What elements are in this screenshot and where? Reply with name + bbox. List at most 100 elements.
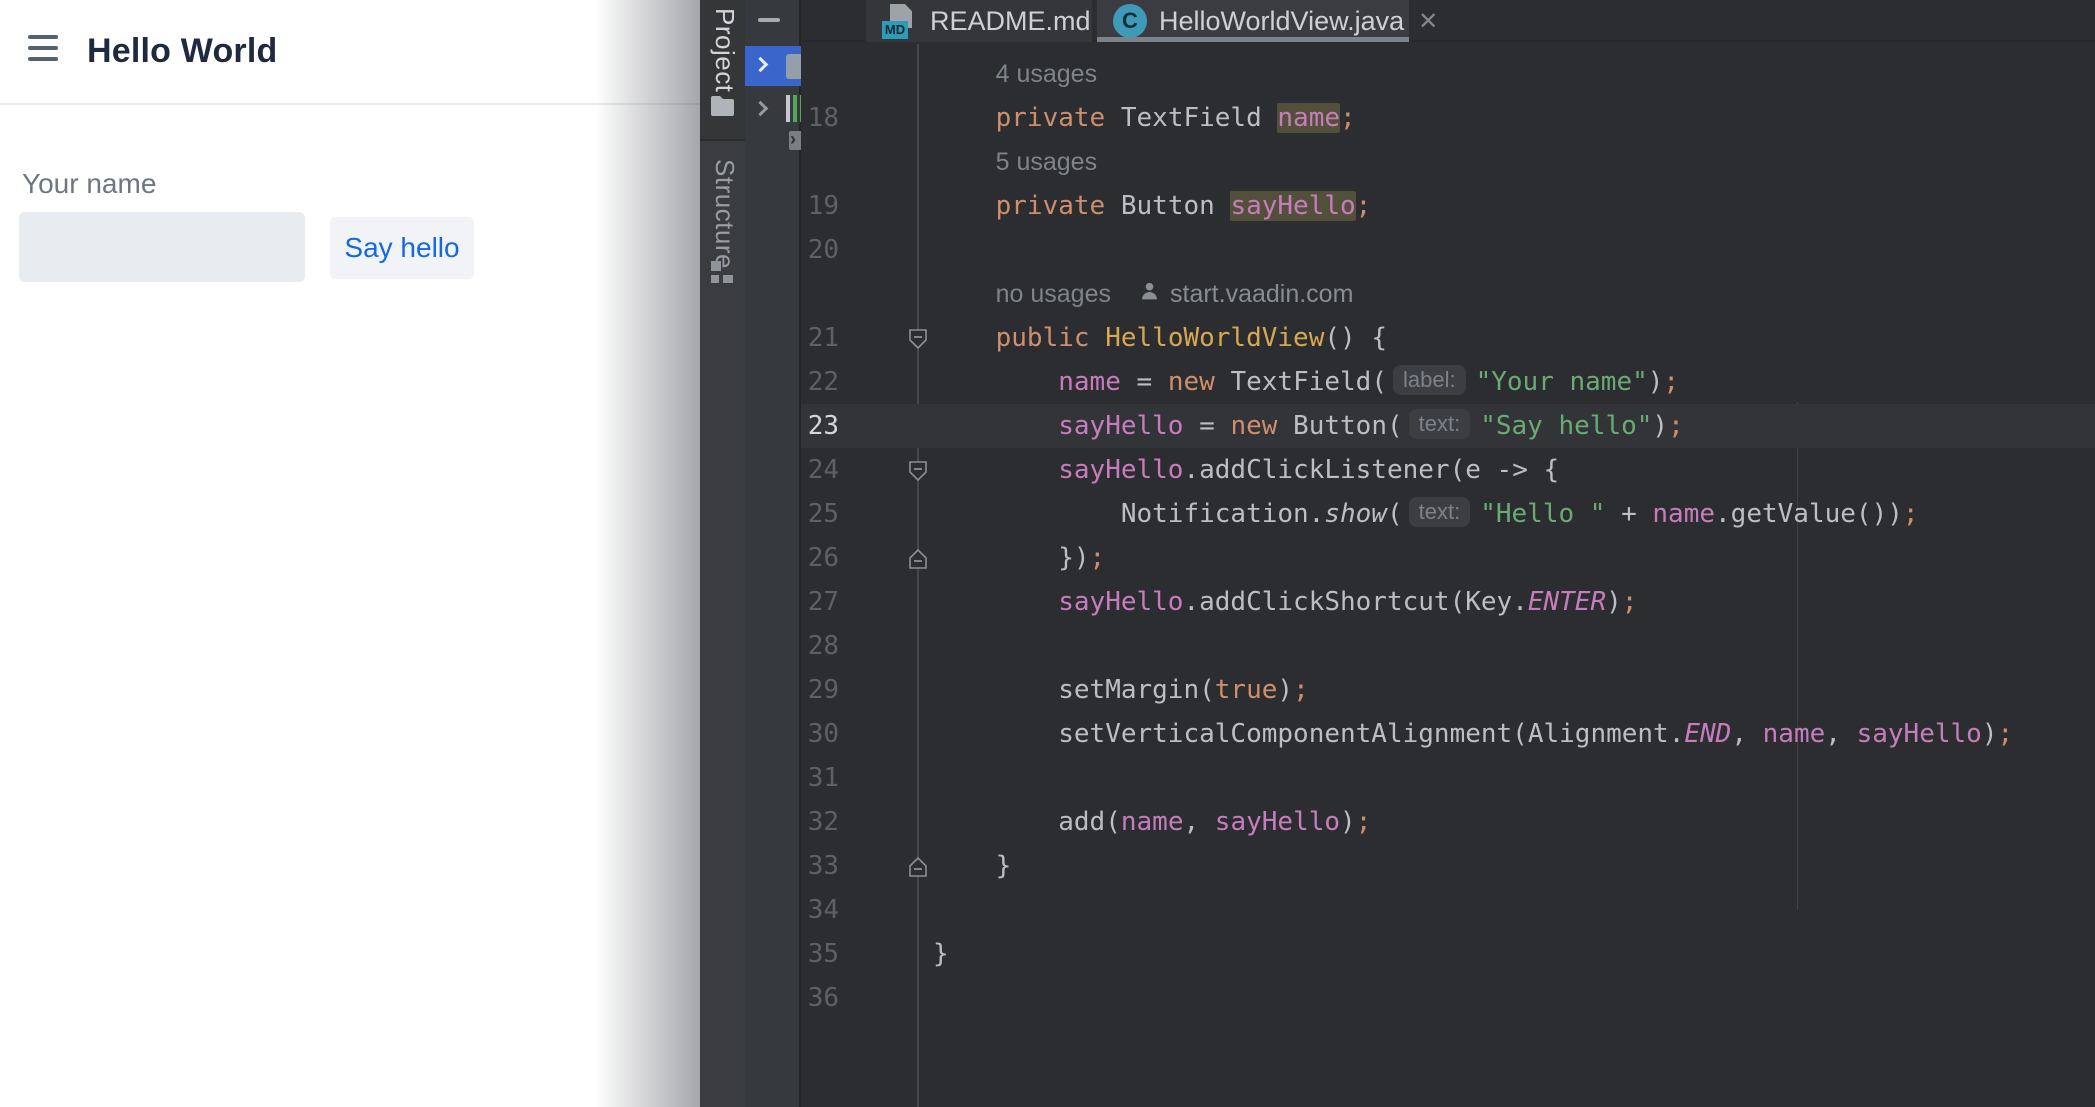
code-line[interactable]: 26 }); bbox=[801, 536, 2095, 580]
line-number[interactable]: 24 bbox=[801, 448, 917, 492]
parameter-hint: text: bbox=[1409, 497, 1471, 527]
code-token: + bbox=[1605, 499, 1652, 529]
usages-inlay[interactable]: 5 usages bbox=[917, 140, 2095, 184]
code-line[interactable]: 28 bbox=[801, 624, 2095, 668]
code-line[interactable]: 23 sayHello = new Button(text:"Say hello… bbox=[801, 404, 2095, 448]
code-text[interactable]: public HelloWorldView() { bbox=[917, 316, 2095, 360]
code-line[interactable]: 29 setMargin(true); bbox=[801, 668, 2095, 712]
code-token bbox=[1090, 323, 1106, 353]
fold-marker-icon[interactable] bbox=[906, 459, 930, 483]
line-number[interactable]: 19 bbox=[801, 184, 917, 228]
name-input[interactable] bbox=[19, 212, 305, 282]
line-number[interactable]: 35 bbox=[801, 932, 917, 976]
code-text[interactable]: sayHello.addClickShortcut(Key.ENTER); bbox=[917, 580, 2095, 624]
inlay-hint-line[interactable]: 5 usages bbox=[801, 140, 2095, 184]
line-number[interactable]: 18 bbox=[801, 96, 917, 140]
code-token: sayHello bbox=[1058, 411, 1183, 441]
code-text[interactable]: setVerticalComponentAlignment(Alignment.… bbox=[917, 712, 2095, 756]
usage-count[interactable]: no usages bbox=[996, 272, 1111, 316]
line-number[interactable]: 28 bbox=[801, 624, 917, 668]
code-text[interactable]: setMargin(true); bbox=[917, 668, 2095, 712]
code-token: sayHello bbox=[1058, 587, 1183, 617]
say-hello-button[interactable]: Say hello bbox=[330, 217, 474, 279]
code-text[interactable]: } bbox=[917, 932, 2095, 976]
tab-readme[interactable]: MD README.md ✕ bbox=[866, 0, 1092, 42]
code-line[interactable]: 21 public HelloWorldView() { bbox=[801, 316, 2095, 360]
stripe-item-structure[interactable]: Structure bbox=[700, 141, 745, 293]
code-token: ; bbox=[1340, 103, 1356, 133]
code-line[interactable]: 25 Notification.show(text:"Hello " + nam… bbox=[801, 492, 2095, 536]
code-line[interactable]: 34 bbox=[801, 888, 2095, 932]
code-token: name bbox=[1277, 103, 1340, 133]
line-number[interactable] bbox=[801, 52, 917, 96]
code-text[interactable]: private Button sayHello; bbox=[917, 184, 2095, 228]
fold-marker-icon[interactable] bbox=[906, 855, 930, 879]
tree-row-selected[interactable] bbox=[745, 46, 801, 86]
line-number[interactable]: 22 bbox=[801, 360, 917, 404]
code-text[interactable] bbox=[917, 624, 2095, 668]
code-line[interactable]: 22 name = new TextField(label:"Your name… bbox=[801, 360, 2095, 404]
chevron-right-icon[interactable] bbox=[753, 57, 769, 73]
code-text[interactable]: sayHello.addClickListener(e -> { bbox=[917, 448, 2095, 492]
inlay-hint-line[interactable]: 4 usages bbox=[801, 52, 2095, 96]
close-icon[interactable]: ✕ bbox=[1418, 7, 1438, 36]
code-token: Button( bbox=[1277, 411, 1402, 441]
code-text[interactable]: }); bbox=[917, 536, 2095, 580]
code-line[interactable]: 35} bbox=[801, 932, 2095, 976]
code-line[interactable]: 30 setVerticalComponentAlignment(Alignme… bbox=[801, 712, 2095, 756]
code-text[interactable]: name = new TextField(label:"Your name"); bbox=[917, 360, 2095, 404]
code-author[interactable]: start.vaadin.com bbox=[1170, 272, 1353, 316]
line-number[interactable]: 27 bbox=[801, 580, 917, 624]
line-number[interactable]: 29 bbox=[801, 668, 917, 712]
code-token: private bbox=[996, 191, 1106, 221]
line-number[interactable] bbox=[801, 272, 917, 316]
line-number[interactable]: 20 bbox=[801, 228, 917, 272]
code-text[interactable]: sayHello = new Button(text:"Say hello"); bbox=[917, 404, 2095, 448]
code-text[interactable]: private TextField name; bbox=[917, 96, 2095, 140]
line-number[interactable]: 25 bbox=[801, 492, 917, 536]
hide-tool-window-button[interactable] bbox=[758, 10, 782, 30]
code-text[interactable]: } bbox=[917, 844, 2095, 888]
line-number[interactable]: 36 bbox=[801, 976, 917, 1020]
code-text[interactable] bbox=[917, 888, 2095, 932]
line-number[interactable]: 33 bbox=[801, 844, 917, 888]
code-text[interactable] bbox=[917, 976, 2095, 1020]
usage-count[interactable]: 5 usages bbox=[996, 140, 1097, 184]
code-line[interactable]: 19 private Button sayHello; bbox=[801, 184, 2095, 228]
line-number[interactable]: 23 bbox=[801, 404, 917, 448]
code-editor[interactable]: 4 usages18 private TextField name;5 usag… bbox=[801, 44, 2095, 1107]
code-token: ; bbox=[1356, 807, 1372, 837]
code-line[interactable]: 33 } bbox=[801, 844, 2095, 888]
code-line[interactable]: 20 bbox=[801, 228, 2095, 272]
inlay-hint-line[interactable]: no usages start.vaadin.com bbox=[801, 272, 2095, 316]
code-line[interactable]: 36 bbox=[801, 976, 2095, 1020]
usages-inlay[interactable]: no usages start.vaadin.com bbox=[917, 272, 2095, 316]
line-number[interactable]: 21 bbox=[801, 316, 917, 360]
code-line[interactable]: 31 bbox=[801, 756, 2095, 800]
code-text[interactable]: Notification.show(text:"Hello " + name.g… bbox=[917, 492, 2095, 536]
tab-helloworldview[interactable]: C HelloWorldView.java ✕ bbox=[1097, 0, 1409, 42]
tree-node-icon[interactable] bbox=[789, 131, 801, 150]
code-text[interactable]: add(name, sayHello); bbox=[917, 800, 2095, 844]
fold-marker-icon[interactable] bbox=[906, 327, 930, 351]
line-number[interactable]: 31 bbox=[801, 756, 917, 800]
code-token: ) bbox=[1982, 719, 1998, 749]
usage-count[interactable]: 4 usages bbox=[996, 52, 1097, 96]
code-text[interactable] bbox=[917, 756, 2095, 800]
code-line[interactable]: 18 private TextField name; bbox=[801, 96, 2095, 140]
code-text[interactable] bbox=[917, 228, 2095, 272]
chevron-right-icon[interactable] bbox=[753, 101, 769, 117]
line-number[interactable] bbox=[801, 140, 917, 184]
code-line[interactable]: 27 sayHello.addClickShortcut(Key.ENTER); bbox=[801, 580, 2095, 624]
usages-inlay[interactable]: 4 usages bbox=[917, 52, 2095, 96]
tree-row[interactable] bbox=[745, 90, 801, 128]
line-number[interactable]: 32 bbox=[801, 800, 917, 844]
fold-marker-icon[interactable] bbox=[906, 547, 930, 571]
line-number[interactable]: 26 bbox=[801, 536, 917, 580]
line-number[interactable]: 30 bbox=[801, 712, 917, 756]
code-line[interactable]: 32 add(name, sayHello); bbox=[801, 800, 2095, 844]
code-line[interactable]: 24 sayHello.addClickListener(e -> { bbox=[801, 448, 2095, 492]
stripe-item-project[interactable]: Project bbox=[700, 0, 745, 139]
hamburger-menu-icon[interactable] bbox=[28, 34, 58, 62]
line-number[interactable]: 34 bbox=[801, 888, 917, 932]
